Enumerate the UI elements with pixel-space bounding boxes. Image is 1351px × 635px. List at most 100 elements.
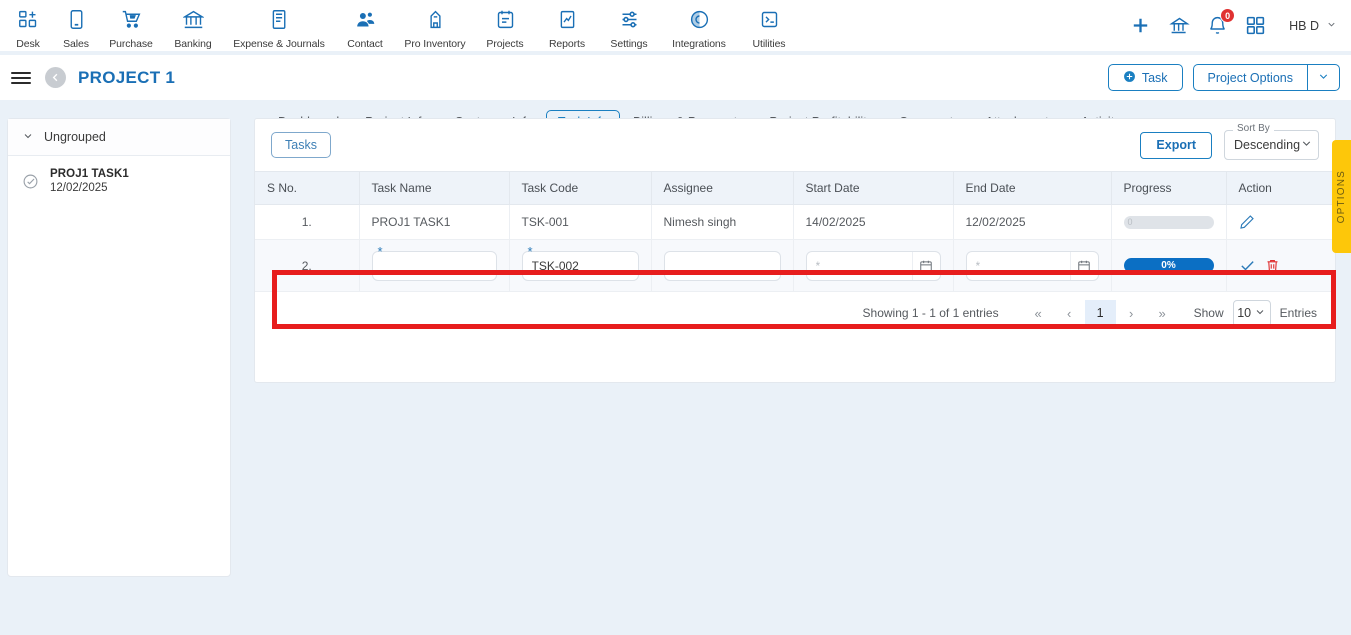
utilities-icon xyxy=(757,8,781,32)
column-header-end-date: End Date xyxy=(953,171,1112,205)
settings-sliders-icon xyxy=(617,8,641,32)
add-task-button[interactable]: Task xyxy=(1107,64,1183,91)
edit-pencil-icon[interactable] xyxy=(1239,214,1255,230)
nav-module-purchase[interactable]: Purchase xyxy=(100,2,162,50)
sort-by-value: Descending xyxy=(1234,138,1301,152)
nav-module-utilities[interactable]: Utilities xyxy=(738,2,800,50)
page-size-value: 10 xyxy=(1237,306,1252,320)
back-arrow-icon[interactable] xyxy=(45,67,66,88)
chevron-down-icon xyxy=(1300,137,1313,153)
bell-icon[interactable]: 0 xyxy=(1207,8,1236,36)
sort-by-control: Sort By Descending xyxy=(1224,123,1319,160)
hamburger-menu-icon[interactable] xyxy=(11,71,31,84)
grid-apps-icon[interactable] xyxy=(1245,15,1266,36)
integrations-icon xyxy=(687,8,711,32)
nav-module-sales[interactable]: Sales xyxy=(52,2,100,50)
sidebar-group-label: Ungrouped xyxy=(44,130,106,144)
page-size-select[interactable]: 10 xyxy=(1232,299,1271,327)
nav-module-banking[interactable]: Banking xyxy=(162,2,224,50)
pagination-prev-button[interactable]: ‹ xyxy=(1054,301,1085,325)
toolbar-right-actions: Export Sort By Descending xyxy=(1140,123,1319,160)
progress-bar[interactable]: 0% xyxy=(1123,258,1214,273)
project-options-group: Project Options xyxy=(1192,64,1340,91)
nav-module-contact[interactable]: Contact xyxy=(334,2,396,50)
cell-start-date: 14/02/2025 xyxy=(793,204,954,240)
chevron-down-icon xyxy=(1254,306,1266,321)
trash-icon[interactable] xyxy=(1265,258,1280,273)
nav-module-reports[interactable]: Reports xyxy=(536,2,598,50)
nav-module-label: Projects xyxy=(486,37,524,50)
nav-module-label: Purchase xyxy=(109,37,153,50)
task-sidebar-panel: Ungrouped PROJ1 TASK1 12/02/2025 xyxy=(7,118,231,577)
plus-circle-icon xyxy=(1123,70,1136,86)
column-header-assignee: Assignee xyxy=(651,171,794,205)
purchase-cart-icon xyxy=(119,8,143,32)
plus-icon[interactable] xyxy=(1129,14,1152,37)
column-header-start-date: Start Date xyxy=(793,171,954,205)
project-header-actions: Task Project Options xyxy=(1107,55,1340,100)
pagination-bar: Showing 1 - 1 of 1 entries « ‹ 1 › » Sho… xyxy=(255,292,1335,334)
nav-module-pro-inventory[interactable]: Pro Inventory xyxy=(396,2,474,50)
project-header-bar: PROJECT 1 Task Project Options xyxy=(0,55,1351,100)
contact-icon xyxy=(353,8,377,32)
cell-action xyxy=(1226,204,1335,240)
cell-start-date-input xyxy=(793,239,954,292)
nav-module-label: Sales xyxy=(63,37,89,50)
cell-end-date: 12/02/2025 xyxy=(953,204,1112,240)
nav-module-expense-journals[interactable]: Expense & Journals xyxy=(224,2,334,50)
sidebar-task-date: 12/02/2025 xyxy=(50,182,108,194)
column-header-action: Action xyxy=(1226,171,1335,205)
organization-icon[interactable] xyxy=(1169,15,1190,36)
cell-task-name[interactable]: PROJ1 TASK1 xyxy=(359,204,510,240)
pagination-first-button[interactable]: « xyxy=(1023,301,1054,325)
nav-module-projects[interactable]: Projects xyxy=(474,2,536,50)
pagination-show-label: Show xyxy=(1193,306,1224,320)
pagination-last-button[interactable]: » xyxy=(1147,301,1178,325)
options-side-tab[interactable]: OPTIONS xyxy=(1332,140,1351,253)
task-code-input[interactable] xyxy=(521,250,639,281)
calendar-icon[interactable] xyxy=(1069,251,1098,280)
progress-bar: 0 xyxy=(1123,215,1214,229)
sort-by-select[interactable]: Descending xyxy=(1224,130,1319,160)
nav-module-desk[interactable]: Desk xyxy=(4,2,52,50)
chevron-down-icon xyxy=(22,130,34,145)
body-content-area: Ungrouped PROJ1 TASK1 12/02/2025 Dashboa… xyxy=(0,104,1351,635)
column-header-progress: Progress xyxy=(1111,171,1227,205)
desk-icon xyxy=(16,8,40,32)
sidebar-task-item[interactable]: PROJ1 TASK1 12/02/2025 xyxy=(8,156,230,206)
project-options-button[interactable]: Project Options xyxy=(1192,64,1307,91)
column-header-sno: S No. xyxy=(255,171,360,205)
sidebar-task-name: PROJ1 TASK1 xyxy=(50,168,129,180)
pagination-page-1[interactable]: 1 xyxy=(1084,300,1116,326)
pagination-entries-label: Entries xyxy=(1279,306,1317,320)
sidebar-group-ungrouped[interactable]: Ungrouped xyxy=(8,119,230,156)
assignee-input[interactable] xyxy=(663,250,781,281)
calendar-icon[interactable] xyxy=(911,251,940,280)
nav-module-label: Utilities xyxy=(752,37,786,50)
cell-progress: 0% xyxy=(1111,239,1227,292)
tasks-filter-pill[interactable]: Tasks xyxy=(271,132,331,158)
check-circle-icon xyxy=(22,173,39,190)
tasks-table-body: 1. PROJ1 TASK1 TSK-001 Nimesh singh 14/0… xyxy=(255,204,1335,292)
journal-icon xyxy=(267,8,291,32)
sales-icon xyxy=(64,8,88,32)
nav-module-label: Contact xyxy=(347,37,383,50)
page-title: PROJECT 1 xyxy=(78,67,176,87)
task-name-input[interactable] xyxy=(371,250,497,281)
nav-module-settings[interactable]: Settings xyxy=(598,2,660,50)
project-options-dropdown-toggle[interactable] xyxy=(1307,64,1340,91)
cell-sno: 1. xyxy=(255,204,360,240)
user-menu[interactable]: HB D xyxy=(1289,19,1337,33)
inventory-icon xyxy=(423,8,447,32)
column-header-task-name: Task Name xyxy=(359,171,510,205)
progress-value: 0% xyxy=(1161,260,1176,271)
check-icon[interactable] xyxy=(1239,257,1256,274)
cell-progress: 0 xyxy=(1111,204,1227,240)
pagination-next-button[interactable]: › xyxy=(1116,301,1147,325)
progress-value: 0 xyxy=(1127,217,1133,227)
top-navigation-bar: Desk Sales Purchase Banking Expense & Jo… xyxy=(0,0,1351,51)
nav-module-integrations[interactable]: Integrations xyxy=(660,2,738,50)
cell-sno: 2. xyxy=(255,239,360,292)
cell-assignee: Nimesh singh xyxy=(651,204,794,240)
export-button[interactable]: Export xyxy=(1140,131,1212,159)
